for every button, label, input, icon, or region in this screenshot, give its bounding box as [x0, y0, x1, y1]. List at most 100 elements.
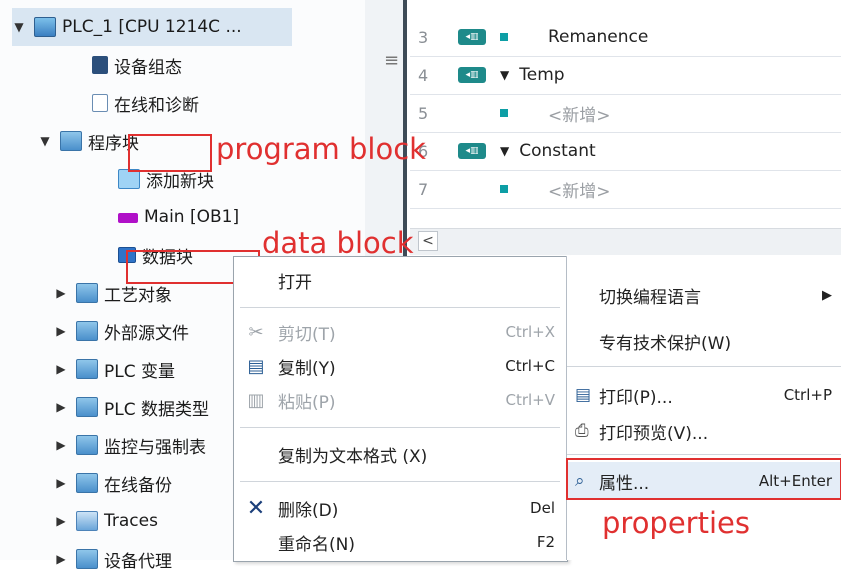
tree-item[interactable]: 在线和诊断 — [70, 84, 199, 122]
expand-down-arrow-icon[interactable]: ▼ — [12, 20, 26, 34]
plc-tags-folder-icon — [76, 359, 98, 379]
splitter-grip-icon[interactable]: ≡ — [384, 50, 399, 71]
program-block-annotation: program block — [216, 132, 426, 166]
menu-item-rename[interactable]: 重命名(N) F2 — [234, 523, 567, 561]
interface-tag-icon: ◂▥ — [458, 143, 486, 159]
menu-item-print-shortcut: Ctrl+P — [783, 386, 832, 404]
menu-item-open-label: 打开 — [278, 272, 312, 293]
expand-right-arrow-icon[interactable]: ▶ — [54, 514, 68, 528]
menu-item-cut-shortcut: Ctrl+X — [505, 323, 555, 341]
tree-item-label: 在线备份 — [104, 475, 172, 496]
menu-item-know-how-label: 专有技术保护(W) — [599, 333, 732, 354]
tree-item[interactable]: Main [OB1] — [96, 198, 239, 236]
menu-separator — [567, 366, 841, 367]
print-preview-icon: ⎙ — [575, 421, 589, 441]
expand-right-arrow-icon[interactable]: ▶ — [54, 324, 68, 338]
menu-item-copy-shortcut: Ctrl+C — [505, 357, 555, 375]
menu-item-copy-label: 复制(Y) — [278, 358, 336, 379]
row-number: 3 — [418, 27, 429, 47]
expand-right-arrow-icon[interactable]: ▶ — [54, 552, 68, 566]
scissors-icon: ✂ — [248, 321, 264, 343]
tree-item[interactable]: 设备组态 — [70, 46, 182, 84]
tree-item-label: 监控与强制表 — [104, 437, 206, 458]
menu-item-cut-label: 剪切(T) — [278, 324, 336, 345]
menu-item-copy[interactable]: ▤ 复制(Y) Ctrl+C — [234, 347, 567, 385]
device-proxy-folder-icon — [76, 549, 98, 569]
tree-item-label: PLC_1 [CPU 1214C ... — [62, 17, 242, 37]
menu-item-switch-language[interactable]: 切换编程语言 ▶ — [567, 276, 841, 314]
tree-item[interactable]: ▼ 程序块 — [38, 122, 139, 160]
row-name[interactable]: Constant — [519, 141, 595, 161]
online-diagnostics-icon — [92, 94, 108, 112]
row-name[interactable]: Remanence — [548, 27, 648, 47]
interface-tag-icon: ◂▥ — [458, 67, 486, 83]
expand-right-arrow-icon[interactable]: ▶ — [54, 286, 68, 300]
collapse-arrow-icon[interactable]: ▼ — [500, 68, 509, 82]
tree-item[interactable]: ▶ Traces — [54, 502, 158, 540]
row-name[interactable]: Temp — [519, 65, 564, 85]
row-number: 7 — [418, 179, 429, 199]
menu-item-print[interactable]: ▤ 打印(P)... Ctrl+P — [567, 376, 841, 414]
print-icon: ▤ — [575, 385, 592, 405]
menu-item-delete-label: 删除(D) — [278, 500, 339, 521]
menu-separator — [240, 307, 560, 308]
menu-item-print-label: 打印(P)... — [599, 387, 673, 408]
paste-icon: ▥ — [247, 389, 265, 411]
tree-item[interactable]: ▼ PLC_1 [CPU 1214C ... — [12, 8, 242, 46]
menu-item-rename-label: 重命名(N) — [278, 534, 355, 555]
grid-row[interactable]: 3 ◂▥ Remanence — [410, 18, 841, 57]
menu-item-delete-shortcut: Del — [530, 499, 555, 517]
row-name[interactable]: <新增> — [548, 177, 611, 202]
expand-right-arrow-icon[interactable]: ▶ — [54, 476, 68, 490]
tree-item-label: PLC 数据类型 — [104, 399, 209, 420]
properties-annotation: properties — [602, 506, 750, 540]
tree-item-label: 设备组态 — [114, 57, 182, 78]
program-block-highlight-box — [128, 134, 212, 172]
scroll-left-button[interactable]: < — [418, 231, 438, 251]
tree-item[interactable]: ▶ 在线备份 — [54, 464, 172, 502]
device-config-icon — [92, 56, 108, 74]
tree-item[interactable]: ▶ PLC 数据类型 — [54, 388, 209, 426]
menu-item-paste-shortcut: Ctrl+V — [505, 391, 555, 409]
tree-item[interactable]: ▶ 监控与强制表 — [54, 426, 206, 464]
menu-item-open[interactable]: 打开 — [234, 261, 567, 299]
submenu-arrow-icon: ▶ — [822, 287, 832, 303]
menu-item-paste[interactable]: ▥ 粘贴(P) Ctrl+V — [234, 381, 567, 419]
expand-right-arrow-icon[interactable]: ▶ — [54, 362, 68, 376]
grid-row[interactable]: 7◂▥<新增> — [410, 170, 841, 209]
online-backup-folder-icon — [76, 473, 98, 493]
plc-data-types-folder-icon — [76, 397, 98, 417]
expand-down-arrow-icon[interactable]: ▼ — [38, 134, 52, 148]
menu-item-rename-shortcut: F2 — [536, 533, 555, 551]
tree-item-label: 工艺对象 — [104, 285, 172, 306]
menu-item-print-preview[interactable]: ⎙ 打印预览(V)... — [567, 412, 841, 450]
collapse-arrow-icon[interactable]: ▼ — [500, 144, 509, 158]
grid-row[interactable]: 6 ◂▥ ▼ Constant — [410, 132, 841, 171]
properties-highlight-box — [566, 458, 841, 500]
menu-item-print-preview-label: 打印预览(V)... — [599, 423, 709, 444]
grid-row[interactable]: 4 ◂▥ ▼ Temp — [410, 56, 841, 95]
row-number: 4 — [418, 65, 429, 85]
menu-item-cut[interactable]: ✂ 剪切(T) Ctrl+X — [234, 313, 567, 351]
menu-item-copy-as-text[interactable]: 复制为文本格式 (X) — [234, 435, 567, 473]
tree-item[interactable]: ▶ PLC 变量 — [54, 350, 175, 388]
menu-item-paste-label: 粘贴(P) — [278, 392, 336, 413]
menu-separator — [240, 481, 560, 482]
tree-item[interactable]: ▶ 外部源文件 — [54, 312, 189, 350]
grid-row[interactable]: 5◂▥<新增> — [410, 94, 841, 133]
expand-right-arrow-icon[interactable]: ▶ — [54, 400, 68, 414]
external-sources-folder-icon — [76, 321, 98, 341]
menu-item-know-how-protection[interactable]: 专有技术保护(W) — [567, 322, 841, 360]
add-block-icon — [118, 169, 140, 189]
horizontal-scrollbar[interactable] — [410, 228, 841, 255]
context-menu: 打开 ✂ 剪切(T) Ctrl+X ▤ 复制(Y) Ctrl+C ▥ 粘贴(P)… — [233, 256, 568, 562]
program-blocks-folder-icon — [60, 131, 82, 151]
tree-item[interactable]: ▶ 设备代理 — [54, 540, 172, 578]
tree-item-label: Main [OB1] — [144, 207, 240, 227]
menu-item-delete[interactable]: ✕ 删除(D) Del — [234, 489, 567, 527]
row-marker-icon — [500, 109, 508, 117]
row-name[interactable]: <新增> — [548, 101, 611, 126]
ob-block-icon — [118, 213, 138, 223]
expand-right-arrow-icon[interactable]: ▶ — [54, 438, 68, 452]
menu-separator — [240, 427, 560, 428]
